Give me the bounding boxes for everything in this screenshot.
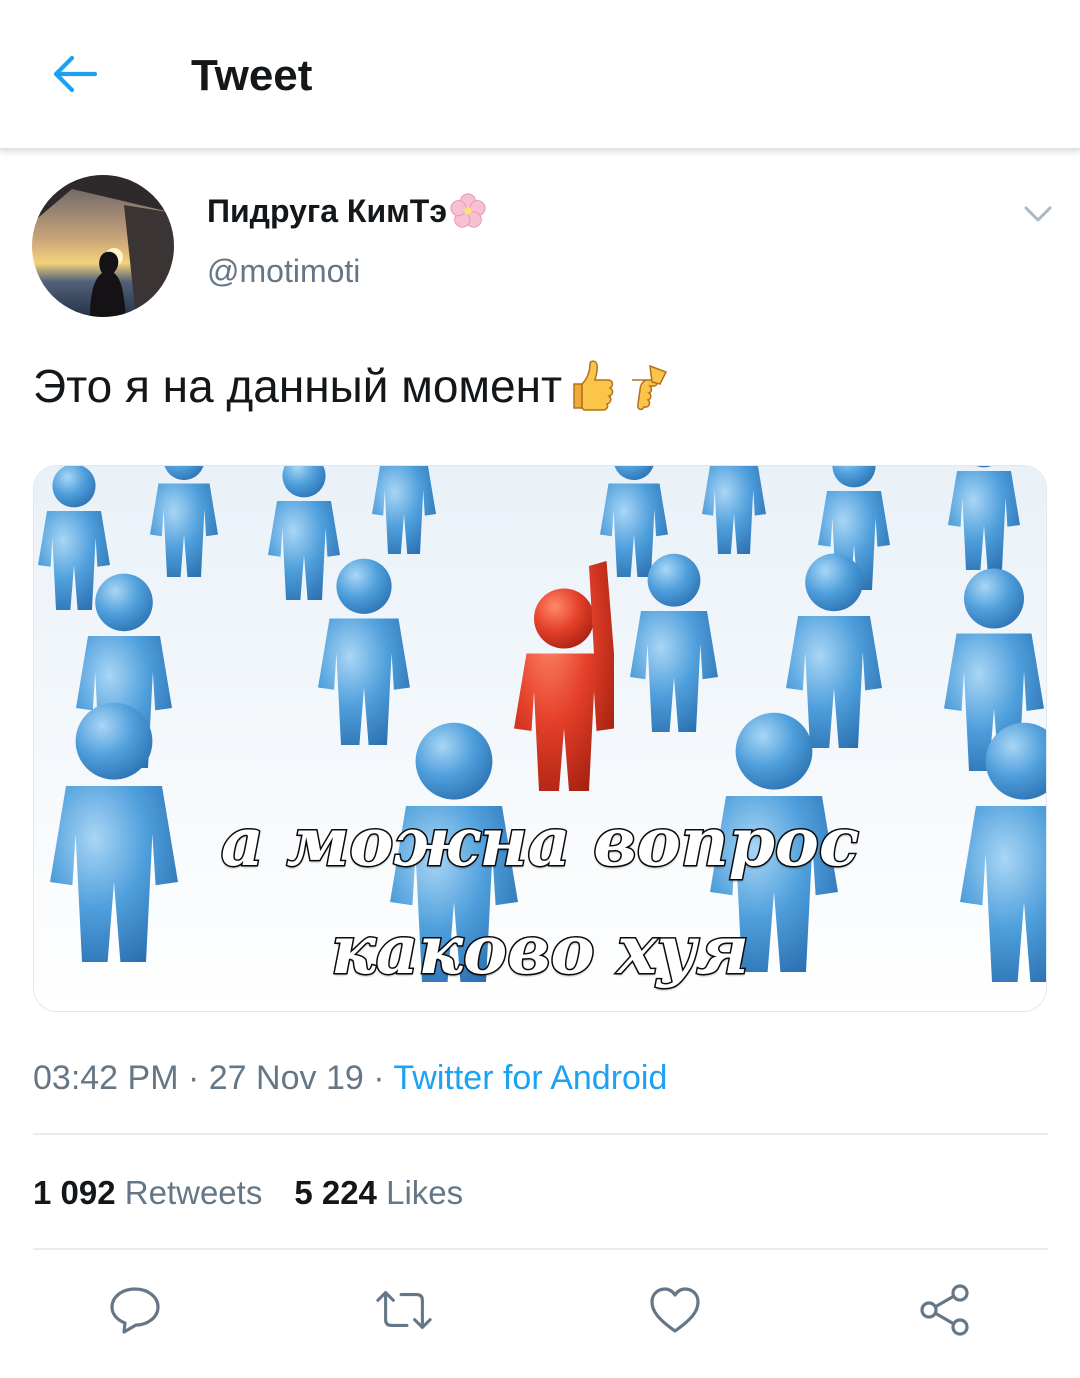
backhand-index-pointing-left-emoji — [632, 364, 668, 411]
likes-stat[interactable]: 5 224 Likes — [294, 1174, 495, 1211]
share-icon — [920, 1284, 969, 1336]
tweet-metadata: 03:42 PM · 27 Nov 19 · Twitter for Andro… — [33, 1057, 667, 1099]
app-header: Tweet — [0, 0, 1080, 150]
tweet-date: 27 Nov 19 — [208, 1059, 364, 1097]
divider — [33, 1133, 1048, 1135]
meta-separator: · — [373, 1059, 385, 1097]
meta-separator: · — [187, 1059, 200, 1097]
page-title: Tweet — [191, 51, 313, 100]
author-name-text: Пидруга КимТэ — [207, 193, 448, 229]
author-handle[interactable]: @motimoti — [207, 251, 360, 291]
avatar-photo — [32, 175, 174, 317]
heart-icon — [650, 1287, 700, 1333]
back-button[interactable] — [48, 50, 100, 98]
meme-caption-line-1: а можна вопрос — [219, 803, 860, 882]
meme-caption-line-2: каково хуя — [330, 911, 751, 990]
chevron-down-icon — [1024, 206, 1052, 222]
tweet-text: Это я на данный момент — [33, 356, 670, 416]
retweet-icon — [376, 1291, 432, 1329]
retweets-count: 1 092 — [33, 1174, 116, 1211]
divider — [33, 1248, 1048, 1250]
tweet-media-image[interactable]: а можна вопрос каково хуя — [33, 465, 1047, 1012]
like-button[interactable] — [645, 1280, 705, 1340]
tweet-menu-button[interactable] — [1018, 196, 1058, 232]
engagement-stats: 1 092 Retweets 5 224 Likes — [33, 1172, 495, 1214]
author-name[interactable]: Пидруга КимТэ — [207, 191, 487, 231]
tweet-source-link[interactable]: Twitter for Android — [393, 1059, 667, 1097]
reply-button[interactable] — [105, 1280, 165, 1340]
retweet-button[interactable] — [374, 1280, 434, 1340]
share-button[interactable] — [915, 1280, 975, 1340]
arrow-left-icon — [53, 55, 97, 93]
likes-label: Likes — [386, 1174, 464, 1211]
retweets-stat[interactable]: 1 092 Retweets — [33, 1174, 294, 1211]
author-avatar[interactable] — [32, 175, 174, 317]
thumbs-up-emoji — [573, 360, 614, 411]
cherry-blossom-icon — [450, 193, 486, 228]
retweets-label: Retweets — [124, 1174, 263, 1211]
tweet-time: 03:42 PM — [33, 1059, 179, 1097]
tweet-text-content: Это я на данный момент — [33, 360, 563, 412]
reply-icon — [110, 1287, 160, 1334]
likes-count: 5 224 — [294, 1174, 377, 1211]
